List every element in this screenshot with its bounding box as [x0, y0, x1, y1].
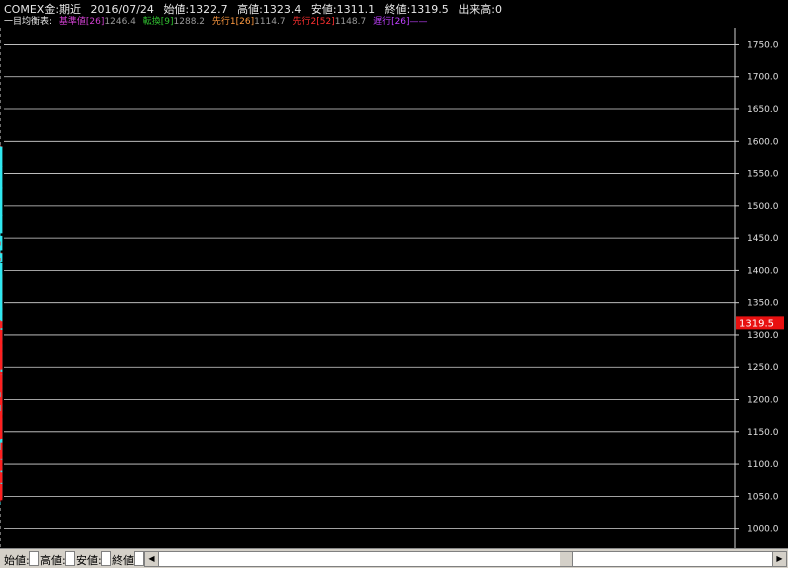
- y-tick-label: 1300.0: [747, 331, 779, 341]
- horizontal-scrollbar[interactable]: ◀ ▶: [144, 551, 787, 567]
- y-tick-label: 1050.0: [747, 492, 779, 502]
- y-tick-label: 1500.0: [747, 202, 779, 212]
- scroll-thumb[interactable]: [559, 552, 573, 566]
- legend-chikou: 遅行[26]——: [373, 17, 428, 27]
- y-tick-label: 1200.0: [747, 396, 779, 406]
- y-axis: 1750.0 1700.0 1650.0 1600.0 1550.0 1500.0 1450…: [734, 28, 779, 548]
- candle-body: [0, 321, 3, 329]
- ichimoku-chart: 1750.0 1700.0 1650.0 1600.0 1550.0 1500.0 1450…: [0, 28, 784, 548]
- y-tick-label: 1600.0: [747, 137, 779, 147]
- y-tick-label: 1250.0: [747, 363, 779, 373]
- last-price-tag: 1319.5: [736, 316, 784, 330]
- y-tick-label: 1750.0: [747, 40, 779, 50]
- chart-header: COMEX金:期近 2016/07/24 始値:1322.7 高値:1323.4…: [0, 0, 788, 28]
- y-tick-label: 1650.0: [747, 105, 779, 115]
- legend-tenkan: 転換[9]1288.2: [142, 17, 206, 27]
- scroll-left-icon[interactable]: ◀: [145, 552, 159, 566]
- footer-bar: 始値: 高値: 安値: 終値: ◀ ▶: [0, 548, 788, 568]
- footer-open-label: 始値:: [4, 554, 30, 567]
- legend-kijun: 基準値[26]1246.4: [58, 17, 136, 27]
- candlesticks: [0, 144, 3, 505]
- scroll-right-icon[interactable]: ▶: [772, 552, 786, 566]
- volume-quote: 出来高:0: [458, 3, 503, 16]
- y-tick-label: 1150.0: [747, 428, 779, 438]
- y-tick-label: 1550.0: [747, 170, 779, 180]
- footer-open-field[interactable]: [29, 551, 39, 566]
- legend-senkou1: 先行1[26]1114.7: [211, 17, 286, 27]
- y-tick-label: 1350.0: [747, 299, 779, 309]
- footer-low-field[interactable]: [101, 551, 111, 566]
- y-tick-label: 1400.0: [747, 266, 779, 276]
- y-tick-label: 1700.0: [747, 73, 779, 83]
- price-tag-label: 1319.5: [739, 318, 774, 329]
- footer-low-label: 安値:: [76, 554, 102, 567]
- y-tick-label: 1100.0: [747, 460, 779, 470]
- indicator-legend: 一目均衡表: 基準値[26]1246.4 転換[9]1288.2 先行1[26]…: [4, 14, 432, 27]
- footer-high-field[interactable]: [65, 551, 75, 566]
- y-tick-label: 1450.0: [747, 234, 779, 244]
- footer-close-field[interactable]: [134, 551, 144, 566]
- y-tick-label: 1000.0: [747, 525, 779, 535]
- legend-title: 一目均衡表:: [4, 17, 53, 27]
- grid-lines: [0, 28, 735, 548]
- legend-senkou2: 先行2[52]1148.7: [292, 17, 367, 27]
- footer-high-label: 高値:: [40, 554, 66, 567]
